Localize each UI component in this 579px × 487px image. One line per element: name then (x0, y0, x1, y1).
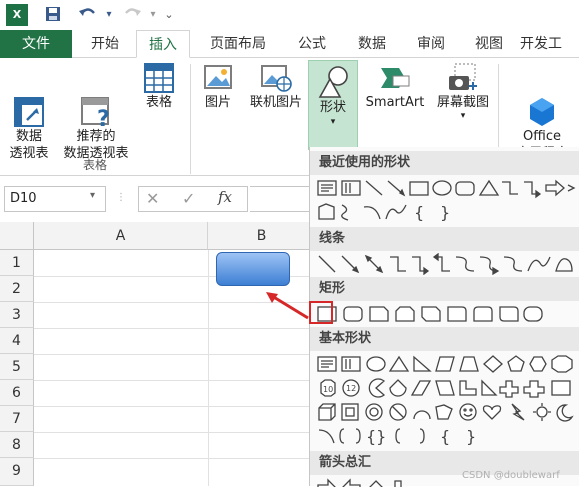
svg-text:}: } (466, 427, 476, 446)
function-icon[interactable]: fx (218, 188, 232, 206)
recent-shapes-row-2[interactable]: { } (316, 201, 466, 223)
ribbon-separator (190, 64, 191, 174)
tab-developer[interactable]: 开发工 (520, 30, 579, 58)
row-header-3[interactable]: 3 (0, 302, 34, 328)
recent-shapes-icon (317, 179, 576, 199)
tab-view[interactable]: 视图 (462, 30, 516, 58)
basic-shapes-row-2[interactable]: 10 12 (316, 377, 578, 399)
section-rectangles: 矩形 (310, 277, 579, 301)
row-header-1[interactable]: 1 (0, 250, 34, 276)
screenshot-button[interactable]: 屏幕截图 ▾ (430, 62, 496, 121)
formula-input[interactable] (250, 186, 310, 212)
undo-icon[interactable] (74, 5, 102, 25)
tab-data[interactable]: 数据 (344, 30, 400, 58)
inserted-rectangle-shape[interactable] (216, 252, 290, 286)
tab-home[interactable]: 开始 (78, 30, 132, 58)
row-header-9[interactable]: 9 (0, 458, 34, 486)
smartart-button[interactable]: SmartArt (360, 62, 430, 111)
basic-shapes-row-3[interactable] (316, 401, 578, 423)
resize-handle-icon[interactable]: ⋮ (116, 192, 126, 203)
rectangle-shape-highlight[interactable] (309, 301, 333, 324)
table-label: 表格 (145, 95, 172, 110)
tab-insert[interactable]: 插入 (136, 30, 190, 58)
recommended-pivot-icon: ? (80, 79, 112, 132)
column-header-a[interactable]: A (34, 222, 208, 250)
row-header-2[interactable]: 2 (0, 276, 34, 302)
red-arrow-annotation (266, 292, 309, 320)
excel-logo-icon: X (6, 4, 28, 26)
row-header-8[interactable]: 8 (0, 432, 34, 458)
tab-file[interactable]: 文件 (0, 30, 72, 58)
cancel-icon[interactable]: ✕ (146, 189, 159, 208)
shapes-label: 形状 (319, 100, 346, 115)
basic-shapes-row-1[interactable] (316, 353, 578, 375)
picture-icon (202, 62, 234, 94)
svg-text:10: 10 (323, 385, 333, 394)
select-all-corner[interactable] (0, 222, 34, 250)
office-apps-icon (526, 79, 558, 126)
screenshot-dropdown-icon: ▾ (460, 111, 466, 121)
section-lines: 线条 (310, 227, 579, 251)
online-picture-label: 联机图片 (249, 95, 302, 110)
shapes-button[interactable]: 形状 ▾ (308, 60, 358, 150)
rectangles-icon (317, 306, 543, 322)
rectangles-row[interactable] (316, 303, 546, 325)
online-picture-button[interactable]: 联机图片 (244, 62, 308, 111)
shapes-icon (317, 65, 349, 99)
tab-page-layout[interactable]: 页面布局 (196, 30, 280, 58)
save-icon[interactable] (42, 5, 64, 25)
tab-formulas[interactable]: 公式 (284, 30, 340, 58)
tab-review[interactable]: 审阅 (404, 30, 458, 58)
smartart-label: SmartArt (365, 95, 425, 110)
section-basic-shapes: 基本形状 (310, 327, 579, 351)
basic-shapes-icon-2: 10 12 (320, 378, 571, 398)
shapes-gallery-panel: 最近使用的形状 {} 线条 矩形 基本形状 10 12 {} {} 箭头总汇 (309, 147, 579, 487)
customize-quick-access-icon[interactable]: ⌄ (162, 5, 176, 25)
svg-text:12: 12 (346, 384, 356, 393)
lines-icon (318, 252, 573, 276)
section-recent-shapes: 最近使用的形状 (310, 151, 579, 175)
svg-text:{}: {} (366, 427, 386, 446)
basic-shapes-row-4[interactable]: {} { } (316, 425, 486, 447)
pivot-table-icon (13, 79, 45, 127)
svg-text:{: { (414, 203, 424, 222)
svg-text:{: { (440, 427, 450, 446)
redo-dropdown-icon[interactable]: ▾ (148, 5, 158, 25)
svg-text:}: } (440, 203, 450, 222)
redo-icon[interactable] (118, 5, 146, 25)
svg-text:?: ? (97, 107, 110, 128)
screenshot-icon (447, 62, 479, 94)
undo-dropdown-icon[interactable]: ▾ (104, 5, 114, 25)
row-header-4[interactable]: 4 (0, 328, 34, 354)
online-picture-icon (260, 62, 292, 94)
name-box-dropdown-icon[interactable]: ▾ (90, 190, 95, 201)
title-bar: X ▾ ▾ ⌄ (0, 0, 579, 30)
picture-button[interactable]: 图片 (196, 62, 240, 111)
recent-shapes-icon-2: { } (318, 203, 450, 222)
table-icon (143, 62, 175, 94)
column-header-b[interactable]: B (208, 222, 316, 250)
basic-shapes-icon-3 (318, 403, 574, 422)
row-header-5[interactable]: 5 (0, 354, 34, 380)
confirm-icon[interactable]: ✓ (182, 189, 195, 208)
smartart-icon (379, 62, 411, 94)
group-label-tables: 表格 (82, 158, 107, 172)
grid-line (208, 250, 209, 486)
picture-label: 图片 (204, 95, 231, 110)
basic-shapes-icon-4: {} { } (318, 427, 476, 446)
screenshot-label: 屏幕截图 (436, 95, 489, 110)
recent-shapes-row[interactable] (316, 177, 578, 199)
row-header-6[interactable]: 6 (0, 380, 34, 406)
row-header-7[interactable]: 7 (0, 406, 34, 432)
basic-shapes-icon-1 (317, 355, 573, 373)
lines-row[interactable] (316, 252, 578, 276)
table-button[interactable]: 表格 (136, 62, 182, 111)
watermark: CSDN @doublewarf (462, 470, 560, 481)
ribbon-tabs: 文件 开始 插入 页面布局 公式 数据 审阅 视图 开发工 (0, 30, 579, 58)
shapes-dropdown-icon: ▾ (330, 117, 336, 127)
